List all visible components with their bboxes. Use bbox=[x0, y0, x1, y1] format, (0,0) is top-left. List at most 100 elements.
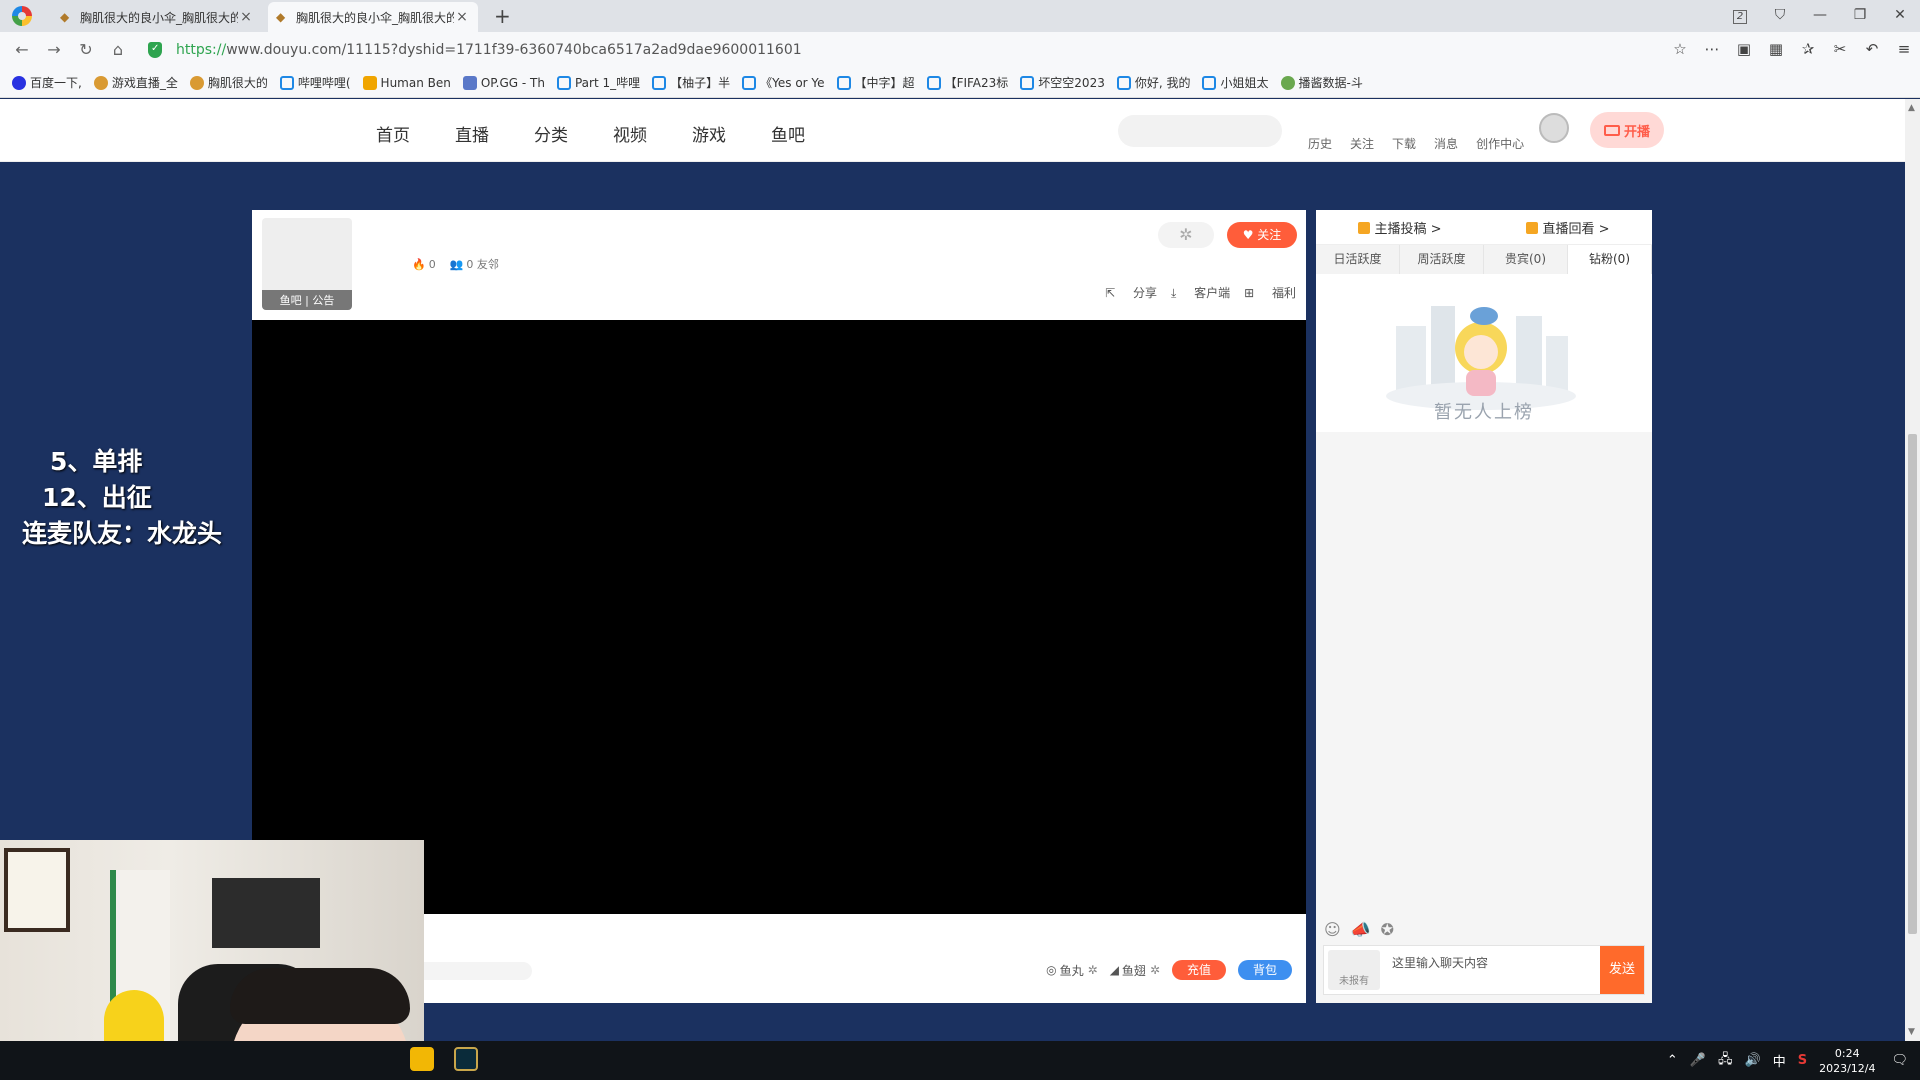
overlay-line: 连麦队友：水龙头 bbox=[22, 519, 223, 548]
star-icon[interactable]: ☆ bbox=[1664, 40, 1696, 58]
bookmark-item[interactable]: 胸肌很大的 bbox=[189, 74, 268, 91]
bookmark-item[interactable]: OP.GG - Th bbox=[462, 75, 545, 90]
share-label: 分享 bbox=[1132, 286, 1157, 300]
bookmark-label: 胸肌很大的 bbox=[207, 76, 268, 90]
bookmark-label: 《Yes or Ye bbox=[760, 76, 825, 90]
close-tab-icon[interactable]: × bbox=[238, 9, 254, 25]
megaphone-icon[interactable]: 📣 bbox=[1351, 920, 1371, 939]
tray-expand-icon[interactable]: ⌃ bbox=[1667, 1053, 1678, 1068]
volume-icon[interactable]: 🔊 bbox=[1745, 1053, 1761, 1068]
bookmark-item[interactable]: 《Yes or Ye bbox=[742, 74, 825, 91]
bookmark-item[interactable]: 播酱数据-斗 bbox=[1280, 74, 1363, 91]
scroll-up-icon[interactable]: ▲ bbox=[1908, 103, 1915, 113]
bookmark-item[interactable]: 【中字】超 bbox=[836, 74, 915, 91]
nav-live[interactable]: 直播 bbox=[455, 121, 489, 146]
bookmark-item[interactable]: Part 1_哔哩 bbox=[556, 74, 640, 91]
league-client-icon[interactable] bbox=[454, 1047, 478, 1071]
link-download[interactable]: 下载 bbox=[1392, 135, 1416, 152]
fishball-label[interactable]: 鱼丸 bbox=[1060, 962, 1084, 979]
scroll-thumb[interactable] bbox=[1908, 434, 1917, 934]
tab-diamond-fans[interactable]: 钻粉(0) bbox=[1568, 245, 1652, 274]
taskbar-app-icon[interactable] bbox=[410, 1047, 434, 1071]
favorites-icon[interactable]: ✰ bbox=[1792, 40, 1824, 58]
ime-indicator[interactable]: 中 bbox=[1773, 1051, 1786, 1070]
share-button[interactable]: ⇱ 分享 bbox=[1105, 284, 1157, 301]
skin-icon[interactable]: ⛉ bbox=[1760, 4, 1800, 28]
undo-icon[interactable]: ↶ bbox=[1856, 40, 1888, 58]
home-icon[interactable]: ⌂ bbox=[108, 40, 128, 60]
close-window-icon[interactable]: ✕ bbox=[1880, 4, 1920, 28]
browser-tab-2[interactable]: ◆ 胸肌很大的良小伞_胸肌很大的 × bbox=[268, 2, 478, 32]
taskbar-clock[interactable]: 0:24 2023/12/4 bbox=[1819, 1046, 1875, 1076]
bookmark-item[interactable]: 你好, 我的 bbox=[1116, 74, 1190, 91]
bookmark-item[interactable]: 百度一下, bbox=[12, 74, 82, 91]
url-field[interactable]: https://www.douyu.com/11115?dyshid=1711f… bbox=[140, 36, 1660, 64]
apps-icon[interactable]: ▦ bbox=[1760, 40, 1792, 58]
back-icon[interactable]: ← bbox=[12, 40, 32, 60]
send-button[interactable]: 发送 bbox=[1600, 946, 1644, 994]
restore-icon[interactable]: ❐ bbox=[1840, 4, 1880, 28]
anchor-submissions-link[interactable]: 主播投稿 > bbox=[1358, 218, 1442, 237]
tv-icon bbox=[836, 75, 851, 90]
forward-icon[interactable]: → bbox=[44, 40, 64, 60]
avatar[interactable] bbox=[1539, 113, 1569, 143]
bookmark-item[interactable]: 游戏直播_全 bbox=[93, 74, 178, 91]
sogou-icon[interactable]: S bbox=[1798, 1053, 1807, 1068]
reader-icon[interactable]: ▣ bbox=[1728, 40, 1760, 58]
chat-input[interactable]: 这里输入聊天内容 bbox=[1392, 954, 1488, 971]
tab-weekly-activity[interactable]: 周活跃度 bbox=[1400, 245, 1484, 274]
fishwing-label[interactable]: 鱼翅 bbox=[1122, 962, 1146, 979]
live-replay-link[interactable]: 直播回看 > bbox=[1526, 218, 1610, 237]
recharge-button[interactable]: 充值 bbox=[1172, 960, 1226, 980]
menu-icon[interactable]: ≡ bbox=[1888, 40, 1920, 58]
link-label: 主播投稿 > bbox=[1374, 221, 1442, 237]
douyu-favicon-icon: ◆ bbox=[276, 10, 286, 24]
tab-count-badge: 2 bbox=[1733, 10, 1747, 24]
browser-tab-1[interactable]: ◆ 胸肌很大的良小伞_胸肌很大的 × bbox=[52, 2, 262, 32]
bookmark-item[interactable]: 坏空空2023 bbox=[1020, 74, 1105, 91]
bolt-icon bbox=[362, 75, 377, 90]
scroll-down-icon[interactable]: ▼ bbox=[1908, 1027, 1915, 1037]
bookmark-item[interactable]: 小姐姐太 bbox=[1202, 74, 1269, 91]
nav-category[interactable]: 分类 bbox=[534, 121, 568, 146]
link-follow[interactable]: 关注 bbox=[1350, 135, 1374, 152]
emoji-icon[interactable]: ☺ bbox=[1324, 920, 1341, 939]
video-player[interactable] bbox=[252, 320, 1306, 914]
link-creator-center[interactable]: 创作中心 bbox=[1476, 135, 1524, 152]
page-scrollbar[interactable]: ▲ ▼ bbox=[1905, 99, 1920, 1041]
reload-icon[interactable]: ↻ bbox=[76, 40, 96, 60]
link-messages[interactable]: 消息 bbox=[1434, 135, 1458, 152]
mic-icon[interactable]: 🎤 bbox=[1690, 1053, 1706, 1068]
link-history[interactable]: 历史 bbox=[1308, 135, 1332, 152]
tab-daily-activity[interactable]: 日活跃度 bbox=[1316, 245, 1400, 274]
tab-vip[interactable]: 贵宾(0) bbox=[1484, 245, 1568, 274]
more-icon[interactable]: ⋯ bbox=[1696, 40, 1728, 58]
bookmark-item[interactable]: 哔哩哔哩( bbox=[279, 74, 351, 91]
close-tab-icon[interactable]: × bbox=[454, 9, 470, 25]
welfare-button[interactable]: ⊞ 福利 bbox=[1244, 284, 1296, 301]
douyu-favicon-icon: ◆ bbox=[60, 10, 70, 24]
network-icon[interactable]: 🖧 bbox=[1718, 1050, 1733, 1072]
new-tab-icon[interactable]: + bbox=[494, 4, 511, 28]
nav-home[interactable]: 首页 bbox=[376, 121, 410, 146]
bookmark-item[interactable]: 【FIFA23标 bbox=[926, 74, 1008, 91]
backpack-button[interactable]: 背包 bbox=[1238, 960, 1292, 980]
bookmark-item[interactable]: 【柚子】半 bbox=[652, 74, 730, 91]
chat-level-badge[interactable]: 未报有 bbox=[1328, 950, 1380, 990]
client-button[interactable]: ⤓ 客户端 bbox=[1171, 284, 1230, 301]
notification-icon[interactable]: 🗨 bbox=[1891, 1053, 1908, 1068]
chat-message-list[interactable] bbox=[1316, 432, 1652, 882]
site-header: 首页 直播 分类 视频 游戏 鱼吧 历史 关注 下载 消息 创作中心 开播 bbox=[0, 99, 1905, 162]
badge-icon[interactable]: ✪ bbox=[1381, 920, 1394, 939]
search-input[interactable] bbox=[1118, 115, 1282, 147]
nav-video[interactable]: 视频 bbox=[613, 121, 647, 146]
anchor-tags[interactable]: 鱼吧 | 公告 bbox=[262, 290, 352, 310]
bookmark-item[interactable]: Human Ben bbox=[362, 75, 451, 90]
cut-icon[interactable]: ✂ bbox=[1824, 40, 1856, 58]
start-live-button[interactable]: 开播 bbox=[1590, 112, 1664, 148]
tab-count-button[interactable]: 2 bbox=[1720, 4, 1760, 28]
minimize-icon[interactable]: — bbox=[1800, 4, 1840, 28]
nav-game[interactable]: 游戏 bbox=[692, 121, 726, 146]
follow-button[interactable]: ♥ 关注 bbox=[1227, 222, 1297, 248]
nav-fishbar[interactable]: 鱼吧 bbox=[771, 121, 805, 146]
